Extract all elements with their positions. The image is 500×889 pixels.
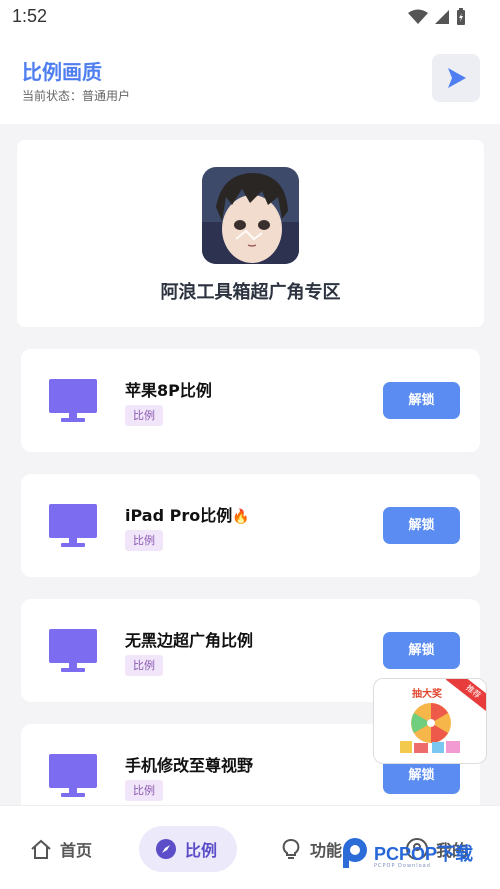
battery-icon [457,8,465,25]
wifi-icon [408,9,428,24]
item-title: iPad Pro比例🔥 [125,502,250,526]
cell-signal-icon [435,10,449,24]
unlock-button[interactable]: 解锁 [383,382,460,419]
item-title: 手机修改至尊视野 [125,756,254,775]
item-tag: 比例 [125,530,163,551]
nav-item-ratio[interactable]: 比例 [139,826,238,872]
watermark-subtext: PCPOP Download [374,863,431,869]
user-status-text: 当前状态：普通用户 [22,89,131,103]
monitor-icon [49,379,97,422]
nav-label: 首页 [60,841,93,860]
watermark: PCPOP下载 PCPOP Download [340,836,473,870]
ratio-item-card: iPad Pro比例🔥 比例 解锁 [21,474,480,577]
nav-label: 比例 [185,841,218,860]
play-button[interactable] [432,54,480,102]
item-tag: 比例 [125,780,163,801]
compass-icon [156,839,176,859]
unlock-button[interactable]: 解锁 [383,507,460,544]
item-tag: 比例 [125,405,163,426]
nav-label: 功能 [310,841,343,860]
anime-avatar-image [202,167,299,264]
nav-item-home[interactable]: 首页 [30,826,92,872]
item-title: 苹果8P比例 [125,381,212,400]
page-title: 比例画质 [22,60,102,84]
ratio-item-card: 苹果8P比例 比例 解锁 [21,349,480,452]
home-icon [31,839,51,859]
page-header: 比例画质 当前状态：普通用户 [0,34,500,124]
monitor-icon [49,754,97,797]
nav-item-features[interactable]: 功能 [280,826,342,872]
pcpop-logo-icon [343,838,367,868]
item-tag: 比例 [125,655,163,676]
status-bar: 1:52 [0,0,500,34]
play-icon [448,68,466,88]
item-title-text: iPad Pro比例 [125,506,233,525]
lightbulb-icon [282,839,300,859]
lucky-draw-promo[interactable]: 抽大奖 推荐 [373,678,487,764]
prize-wheel-icon [400,703,460,753]
item-title: 无黑边超广角比例 [125,631,254,650]
status-icons [408,8,466,26]
fire-emoji: 🔥 [232,509,250,525]
feature-title: 阿浪工具箱超广角专区 [160,282,341,303]
feature-avatar [202,167,299,264]
status-time: 1:52 [12,6,48,26]
feature-card: 阿浪工具箱超广角专区 [17,140,484,327]
monitor-icon [49,629,97,672]
unlock-button[interactable]: 解锁 [383,632,460,669]
monitor-icon [49,504,97,547]
